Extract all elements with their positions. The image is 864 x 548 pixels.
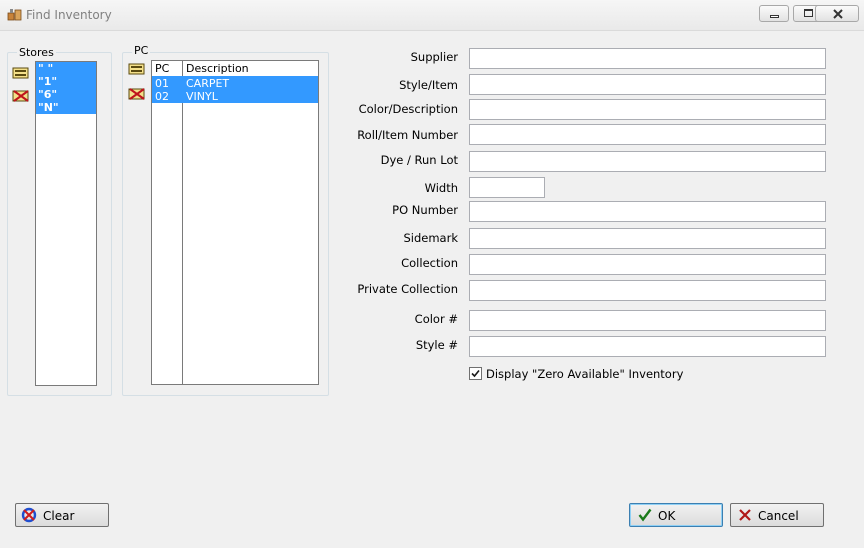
select-all-pc-icon[interactable] [128, 62, 146, 76]
minimize-icon [770, 15, 779, 18]
title-bar: Find Inventory [0, 0, 864, 31]
roll-item-number-label: Roll/Item Number [357, 128, 458, 142]
display-zero-label: Display "Zero Available" Inventory [486, 367, 684, 381]
close-button[interactable] [815, 5, 859, 22]
store-item[interactable]: " " [36, 62, 96, 75]
sidemark-label: Sidemark [403, 231, 458, 245]
ok-button[interactable]: OK [629, 503, 723, 527]
color-description-input[interactable] [469, 99, 826, 120]
clear-button-label: Clear [43, 509, 75, 523]
width-input[interactable] [469, 177, 545, 198]
deselect-pc-icon[interactable] [128, 87, 146, 101]
pc-list-header: PC Description [152, 62, 318, 76]
color-number-input[interactable] [469, 310, 826, 331]
dye-run-lot-label: Dye / Run Lot [380, 153, 458, 167]
store-item[interactable]: "6" [36, 88, 96, 101]
store-item[interactable]: "1" [36, 75, 96, 88]
minimize-button[interactable] [759, 5, 789, 22]
cancel-button-label: Cancel [758, 509, 799, 523]
po-number-label: PO Number [392, 203, 458, 217]
pc-list[interactable]: PC Description 01 CARPET 02 VINYL [151, 60, 319, 385]
clear-icon [21, 507, 37, 523]
store-item[interactable]: "N" [36, 101, 96, 114]
pc-code: 01 [155, 77, 169, 90]
supplier-label: Supplier [410, 50, 458, 64]
pc-description: VINYL [186, 90, 218, 103]
collection-label: Collection [401, 256, 458, 270]
pc-description: CARPET [186, 77, 230, 90]
display-zero-checkbox[interactable] [469, 367, 482, 380]
style-number-label: Style # [415, 338, 458, 352]
select-all-stores-icon[interactable] [12, 66, 30, 80]
style-item-label: Style/Item [399, 78, 458, 92]
style-item-input[interactable] [469, 74, 826, 95]
checkmark-icon [471, 369, 480, 378]
clear-button[interactable]: Clear [15, 503, 109, 527]
supplier-input[interactable] [469, 48, 826, 69]
restore-icon [804, 9, 813, 17]
style-number-input[interactable] [469, 336, 826, 357]
pc-group-label: PC [132, 44, 151, 57]
checkmark-icon [638, 508, 652, 522]
po-number-input[interactable] [469, 201, 826, 222]
window-title: Find Inventory [26, 8, 112, 22]
cancel-x-icon [739, 509, 751, 521]
pc-code: 02 [155, 90, 169, 103]
color-number-label: Color # [414, 312, 458, 326]
table-row[interactable]: 02 VINYL [152, 90, 318, 103]
private-collection-label: Private Collection [357, 282, 458, 296]
dye-run-lot-input[interactable] [469, 151, 826, 172]
roll-item-number-input[interactable] [469, 124, 826, 145]
width-label: Width [424, 181, 458, 195]
deselect-stores-icon[interactable] [12, 89, 30, 103]
column-divider [182, 61, 183, 384]
stores-list[interactable]: " " "1" "6" "N" [35, 61, 97, 386]
sidemark-input[interactable] [469, 228, 826, 249]
stores-group-label: Stores [17, 46, 56, 59]
cancel-button[interactable]: Cancel [730, 503, 824, 527]
ok-button-label: OK [658, 509, 676, 523]
private-collection-input[interactable] [469, 280, 826, 301]
pc-column-header: PC [155, 62, 170, 75]
description-column-header: Description [186, 62, 249, 75]
color-description-label: Color/Description [358, 102, 458, 116]
app-icon [7, 9, 22, 21]
collection-input[interactable] [469, 254, 826, 275]
close-icon [833, 9, 843, 19]
table-row[interactable]: 01 CARPET [152, 77, 318, 90]
